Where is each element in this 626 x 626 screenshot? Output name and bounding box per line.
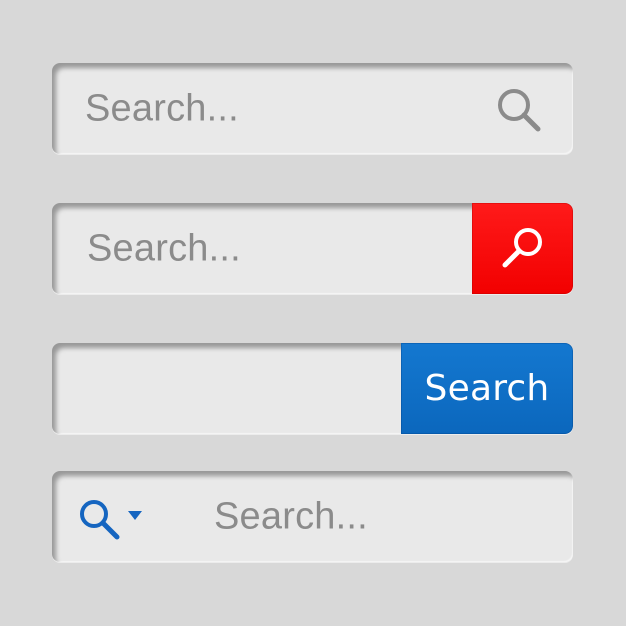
search-bar-with-dropdown[interactable]: Search...: [52, 471, 573, 562]
search-input[interactable]: [52, 343, 401, 434]
search-bar-plain[interactable]: Search...: [52, 63, 573, 154]
search-button-label: Search: [424, 368, 550, 409]
search-icon: [502, 228, 542, 268]
search-bar-red-button[interactable]: Search...: [52, 203, 573, 294]
search-button[interactable]: Search: [401, 343, 573, 434]
search-placeholder: Search...: [214, 495, 368, 537]
search-button[interactable]: [472, 203, 573, 294]
search-placeholder: Search...: [87, 227, 241, 269]
search-options-dropdown[interactable]: [76, 496, 156, 546]
search-bar-blue-button[interactable]: Search: [52, 343, 573, 434]
caret-down-icon: [128, 511, 142, 520]
search-icon: [80, 500, 120, 540]
search-icon[interactable]: [493, 85, 545, 137]
search-placeholder: Search...: [85, 87, 239, 129]
